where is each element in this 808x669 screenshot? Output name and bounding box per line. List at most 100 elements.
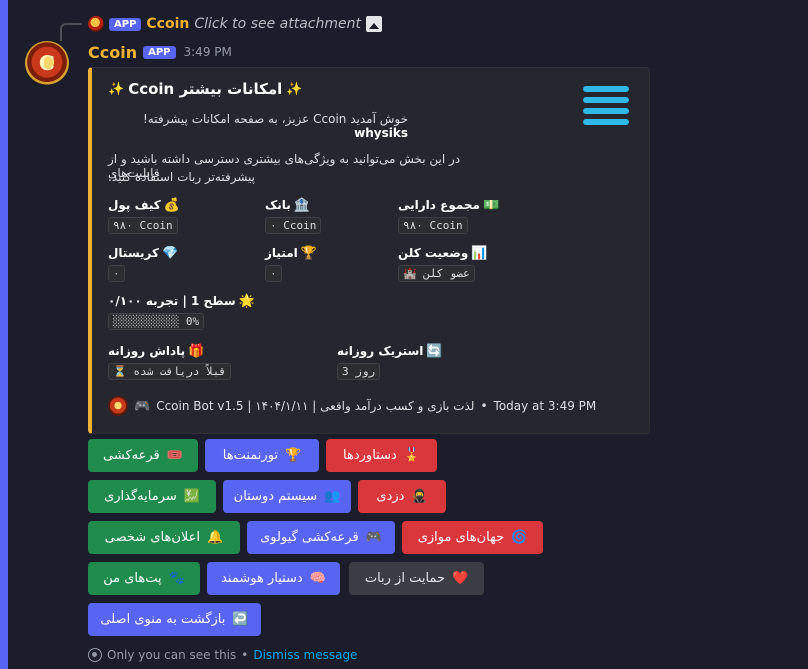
field-score: امتیاز 🏆 ۰ <box>265 244 317 282</box>
username: whysiks <box>354 126 408 140</box>
author-name[interactable]: Ccoin <box>88 43 137 62</box>
field-name: مجموع دارایی <box>398 198 480 212</box>
button-label: دزدی <box>376 489 405 504</box>
field-level: سطح 1 | تجربه ۰/۱۰۰ 🌟 ░░░░░░░░░░ 0% <box>108 292 255 330</box>
footer-separator: • <box>480 399 488 413</box>
ticket-icon: 🎟️ <box>166 448 183 463</box>
button-label: دستاوردها <box>343 448 397 463</box>
button-label: بازگشت به منوی اصلی <box>100 612 226 627</box>
parallel-worlds-button[interactable]: جهان‌های موازی 🌀 <box>402 521 543 554</box>
tournaments-button[interactable]: تورنمنت‌ها 🏆 <box>205 439 319 472</box>
author-avatar[interactable]: C <box>25 41 69 85</box>
field-value: 🏰 عضو کلن <box>398 265 475 282</box>
field-value: ۹۸۰ Ccoin <box>108 217 178 234</box>
return-arrow-icon: ↩️ <box>232 612 249 627</box>
friends-system-button[interactable]: سیستم دوستان 👥 <box>223 480 351 513</box>
field-value: 3 روز <box>337 363 381 380</box>
gift-icon: 🎁 <box>188 343 205 359</box>
embed-description-line3: پیشرفته‌تر ربات استفاده کنید. <box>108 170 256 184</box>
button-label: قرعه‌کشی گیولوی <box>260 530 359 545</box>
button-label: دستیار هوشمند <box>221 571 303 586</box>
field-name: بانک <box>265 198 291 212</box>
sparkles-icon: ✨ <box>108 81 125 97</box>
dollar-icon: 💵 <box>482 197 500 213</box>
personal-notifications-button[interactable]: اعلان‌های شخصی 🔔 <box>88 521 240 554</box>
ephemeral-separator: • <box>241 648 249 662</box>
field-value: ⏳ قبلاً دریافت شده <box>108 363 232 380</box>
menu-thumbnail-icon[interactable] <box>583 86 629 125</box>
button-label: سرمایه‌گذاری <box>104 489 177 504</box>
my-pets-button[interactable]: پت‌های من 🐾 <box>88 562 200 595</box>
field-streak: استریک روزانه 🔄 3 روز <box>337 342 443 380</box>
field-crystal: کریستال 💎 ۰ <box>108 244 178 282</box>
field-clan: وضعیت کلن 📊 🏰 عضو کلن <box>398 244 487 282</box>
footer-timestamp: Today at 3:49 PM <box>493 399 597 413</box>
field-total: مجموع دارایی 💵 ۹۸۰ Ccoin <box>398 196 499 234</box>
ninja-icon: 🥷 <box>411 489 428 504</box>
chart-up-icon: 💹 <box>183 489 200 504</box>
embed-title-text: امکانات بیشتر Ccoin <box>128 80 283 98</box>
embed-footer: 🎮 Ccoin Bot v1.5 | ۱۴۰۴/۱/۱۱ | لذت بازی … <box>108 396 596 416</box>
image-attachment-icon <box>365 16 382 32</box>
field-wallet: کیف پول 💰 ۹۸۰ Ccoin <box>108 196 180 234</box>
achievements-button[interactable]: دستاوردها 🎖️ <box>326 439 437 472</box>
field-name: استریک روزانه <box>337 344 424 358</box>
field-name: پاداش روزانه <box>108 344 186 358</box>
investment-button[interactable]: سرمایه‌گذاری 💹 <box>88 480 216 513</box>
support-bot-button[interactable]: حمایت از ربات ❤️ <box>349 562 484 595</box>
giveaway-lottery-button[interactable]: قرعه‌کشی گیولوی 🎮 <box>247 521 395 554</box>
refresh-icon: 🔄 <box>426 343 443 359</box>
footer-icon <box>108 396 128 416</box>
field-bank: بانک 🏦 ۰ Ccoin <box>265 196 322 234</box>
back-to-main-menu-button[interactable]: بازگشت به منوی اصلی ↩️ <box>88 603 261 636</box>
ephemeral-text: Only you can see this <box>107 648 237 662</box>
chart-icon: 📊 <box>471 245 488 261</box>
button-label: اعلان‌های شخصی <box>104 530 200 545</box>
button-label: تورنمنت‌ها <box>222 448 279 463</box>
button-label: حمایت از ربات <box>364 571 445 586</box>
message-timestamp[interactable]: 3:49 PM <box>184 45 232 59</box>
field-value: ۰ <box>108 265 125 282</box>
field-value: ۹۸۰ Ccoin <box>398 217 468 234</box>
reply-author[interactable]: Ccoin <box>146 16 189 32</box>
field-name: امتیاز <box>265 246 298 260</box>
swirl-icon: 🌀 <box>511 530 528 545</box>
gem-icon: 💎 <box>161 245 179 261</box>
button-label: پت‌های من <box>103 571 162 586</box>
button-label: قرعه‌کشی <box>103 448 160 463</box>
reply-preview[interactable]: APP Ccoin Click to see attachment <box>88 14 382 34</box>
message-header: Ccoin APP 3:49 PM <box>88 41 232 63</box>
reply-connector <box>60 23 82 41</box>
sparkles-icon: ✨ <box>286 81 303 97</box>
embed: ✨ امکانات بیشتر Ccoin ✨ خوش آمدید Ccoin … <box>88 67 650 434</box>
trophy-icon: 🏆 <box>300 245 317 261</box>
app-badge: APP <box>143 45 176 59</box>
reply-avatar[interactable] <box>88 16 104 32</box>
medal-icon: 🎖️ <box>403 448 420 463</box>
theft-button[interactable]: دزدی 🥷 <box>358 480 446 513</box>
money-bag-icon: 💰 <box>163 197 180 213</box>
eye-icon <box>88 648 102 662</box>
ephemeral-notice: Only you can see this • Dismiss message <box>88 646 357 664</box>
field-value: ۰ Ccoin <box>265 217 322 234</box>
embed-title: ✨ امکانات بیشتر Ccoin ✨ <box>108 80 302 98</box>
bank-icon: 🏦 <box>293 197 310 213</box>
game-controller-icon: 🎮 <box>365 530 382 545</box>
reply-app-badge: APP <box>109 17 142 31</box>
lottery-button[interactable]: قرعه‌کشی 🎟️ <box>88 439 198 472</box>
heart-icon: ❤️ <box>451 571 469 586</box>
users-icon: 👥 <box>324 489 341 504</box>
unread-accent-bar <box>0 0 8 669</box>
brain-icon: 🧠 <box>309 571 326 586</box>
field-name: کیف پول <box>108 198 161 212</box>
smart-assistant-button[interactable]: دستیار هوشمند 🧠 <box>207 562 340 595</box>
reply-text[interactable]: Click to see attachment <box>194 16 361 32</box>
field-value: ۰ <box>265 265 282 282</box>
dismiss-message-link[interactable]: Dismiss message <box>253 648 357 662</box>
footer-text: Ccoin Bot v1.5 | ۱۴۰۴/۱/۱۱ | لذت بازی و … <box>156 399 475 413</box>
trophy-icon: 🏆 <box>285 448 302 463</box>
field-name: کریستال <box>108 246 159 260</box>
button-label: سیستم دوستان <box>233 489 318 504</box>
star-icon: 🌟 <box>238 293 255 309</box>
button-label: جهان‌های موازی <box>417 530 505 545</box>
